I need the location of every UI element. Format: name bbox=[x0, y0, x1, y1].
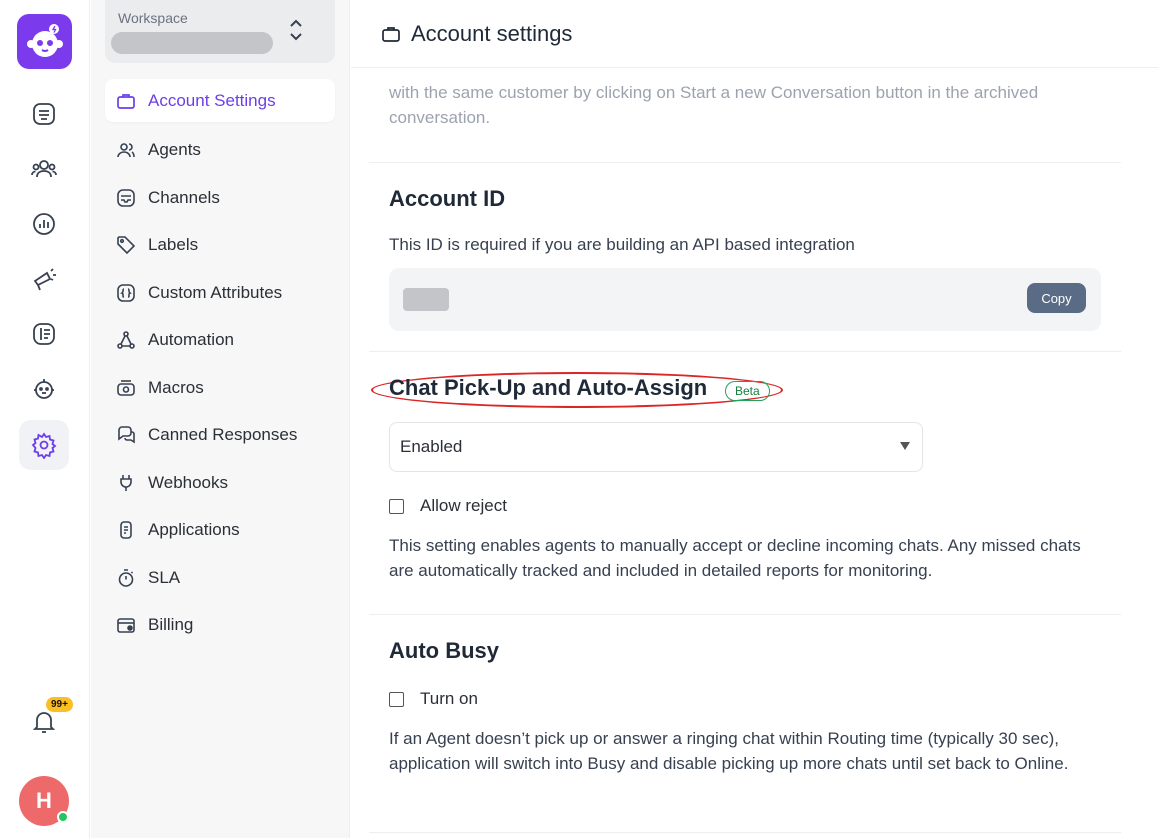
sidebar-item-applications[interactable]: Applications bbox=[105, 507, 335, 555]
main-header: Account settings bbox=[351, 0, 1158, 68]
icon-rail: 99+ H bbox=[0, 0, 90, 838]
divider bbox=[369, 832, 1121, 833]
inbox-icon bbox=[117, 188, 135, 207]
turn-on-checkbox[interactable] bbox=[389, 691, 404, 707]
settings-nav: Account Settings Agents Channels Labels … bbox=[105, 79, 335, 649]
tag-icon bbox=[117, 236, 136, 255]
macros-icon bbox=[117, 379, 135, 396]
workspace-label: Workspace bbox=[118, 10, 188, 26]
beta-badge: Beta bbox=[725, 381, 770, 401]
allow-reject-label: Allow reject bbox=[420, 496, 507, 515]
account-id-title: Account ID bbox=[389, 186, 506, 211]
account-id-value-redacted bbox=[403, 288, 449, 311]
pickup-mode-select[interactable]: Enabled bbox=[389, 422, 923, 472]
briefcase-icon bbox=[117, 93, 135, 109]
contacts-icon bbox=[31, 160, 57, 178]
allow-reject-checkbox[interactable] bbox=[389, 498, 404, 514]
copy-button[interactable]: Copy bbox=[1027, 283, 1086, 313]
briefcase-icon bbox=[382, 26, 400, 42]
app-logo[interactable] bbox=[17, 14, 72, 69]
sidebar-item-account-settings[interactable]: Account Settings bbox=[105, 79, 335, 122]
divider bbox=[369, 162, 1121, 163]
sidebar-item-label: Labels bbox=[148, 235, 199, 255]
notifications-badge: 99+ bbox=[46, 697, 73, 712]
reports-icon bbox=[33, 213, 55, 235]
rail-help-center[interactable] bbox=[19, 309, 69, 359]
sidebar-item-label: Custom Attributes bbox=[148, 282, 283, 302]
rail-bot[interactable] bbox=[19, 364, 69, 414]
settings-icon bbox=[31, 432, 57, 459]
divider bbox=[369, 351, 1121, 352]
sidebar-item-label: Webhooks bbox=[148, 472, 229, 492]
main-panel: Account settings with the same customer … bbox=[351, 0, 1158, 838]
caret-down-icon bbox=[900, 442, 910, 450]
rail-settings[interactable] bbox=[19, 420, 69, 470]
sidebar-item-label: Account Settings bbox=[148, 90, 276, 110]
chevron-up-down-icon bbox=[290, 19, 302, 41]
sidebar-item-webhooks[interactable]: Webhooks bbox=[105, 459, 335, 507]
sidebar-item-label: Channels bbox=[148, 187, 220, 207]
workspace-name-redacted bbox=[111, 32, 273, 54]
intro-text: with the same customer by clicking on St… bbox=[389, 83, 1039, 127]
sidebar-item-sla[interactable]: SLA bbox=[105, 554, 335, 602]
workspace-switcher[interactable]: Workspace bbox=[105, 0, 335, 63]
sidebar-item-label: Agents bbox=[148, 140, 201, 160]
bot-icon bbox=[34, 379, 54, 399]
sidebar-item-label: SLA bbox=[148, 567, 181, 587]
page-title: Account settings bbox=[411, 20, 573, 46]
auto-busy-title: Auto Busy bbox=[389, 638, 499, 663]
sidebar-item-label: Applications bbox=[148, 520, 240, 540]
sidebar-item-macros[interactable]: Macros bbox=[105, 364, 335, 412]
pickup-description: This setting enables agents to manually … bbox=[389, 536, 1081, 580]
settings-sidebar: Workspace Account Settings Agents Channe… bbox=[91, 0, 350, 838]
stopwatch-icon bbox=[118, 568, 134, 587]
conversations-icon bbox=[33, 103, 55, 125]
sidebar-item-label: Billing bbox=[148, 615, 194, 635]
sidebar-item-label: Automation bbox=[148, 330, 234, 350]
auto-busy-description: If an Agent doesn’t pick up or answer a … bbox=[389, 729, 1069, 773]
users-icon bbox=[117, 143, 135, 158]
rail-contacts[interactable] bbox=[19, 144, 69, 194]
applications-icon bbox=[120, 521, 132, 540]
sidebar-item-labels[interactable]: Labels bbox=[105, 222, 335, 270]
chat-bubbles-icon bbox=[118, 426, 135, 444]
bot-logo-icon bbox=[26, 23, 63, 57]
sidebar-item-billing[interactable]: Billing bbox=[105, 602, 335, 650]
rail-campaigns[interactable] bbox=[19, 254, 69, 304]
sidebar-item-label: Macros bbox=[148, 377, 204, 397]
account-id-box: Copy bbox=[389, 268, 1101, 331]
select-value: Enabled bbox=[400, 437, 463, 456]
wallet-icon bbox=[117, 618, 135, 634]
sidebar-item-canned-responses[interactable]: Canned Responses bbox=[105, 412, 335, 460]
sidebar-item-custom-attributes[interactable]: Custom Attributes bbox=[105, 269, 335, 317]
turn-on-row[interactable]: Turn on bbox=[389, 689, 478, 709]
code-brackets-icon bbox=[117, 283, 135, 302]
account-id-description: This ID is required if you are building … bbox=[389, 235, 855, 254]
sidebar-item-channels[interactable]: Channels bbox=[105, 174, 335, 222]
help-center-icon bbox=[33, 323, 55, 345]
webhook-icon bbox=[120, 474, 132, 491]
sidebar-item-agents[interactable]: Agents bbox=[105, 127, 335, 175]
presence-indicator bbox=[57, 811, 69, 823]
turn-on-label: Turn on bbox=[420, 689, 478, 708]
sidebar-item-label: Canned Responses bbox=[148, 425, 298, 445]
campaigns-icon bbox=[33, 268, 56, 291]
automation-icon bbox=[117, 331, 135, 350]
rail-reports[interactable] bbox=[19, 199, 69, 249]
pickup-title: Chat Pick-Up and Auto-Assign bbox=[389, 375, 708, 400]
bell-icon bbox=[32, 712, 56, 733]
divider bbox=[369, 614, 1121, 615]
rail-conversations[interactable] bbox=[19, 89, 69, 139]
sidebar-item-automation[interactable]: Automation bbox=[105, 317, 335, 365]
allow-reject-row[interactable]: Allow reject bbox=[389, 496, 507, 516]
